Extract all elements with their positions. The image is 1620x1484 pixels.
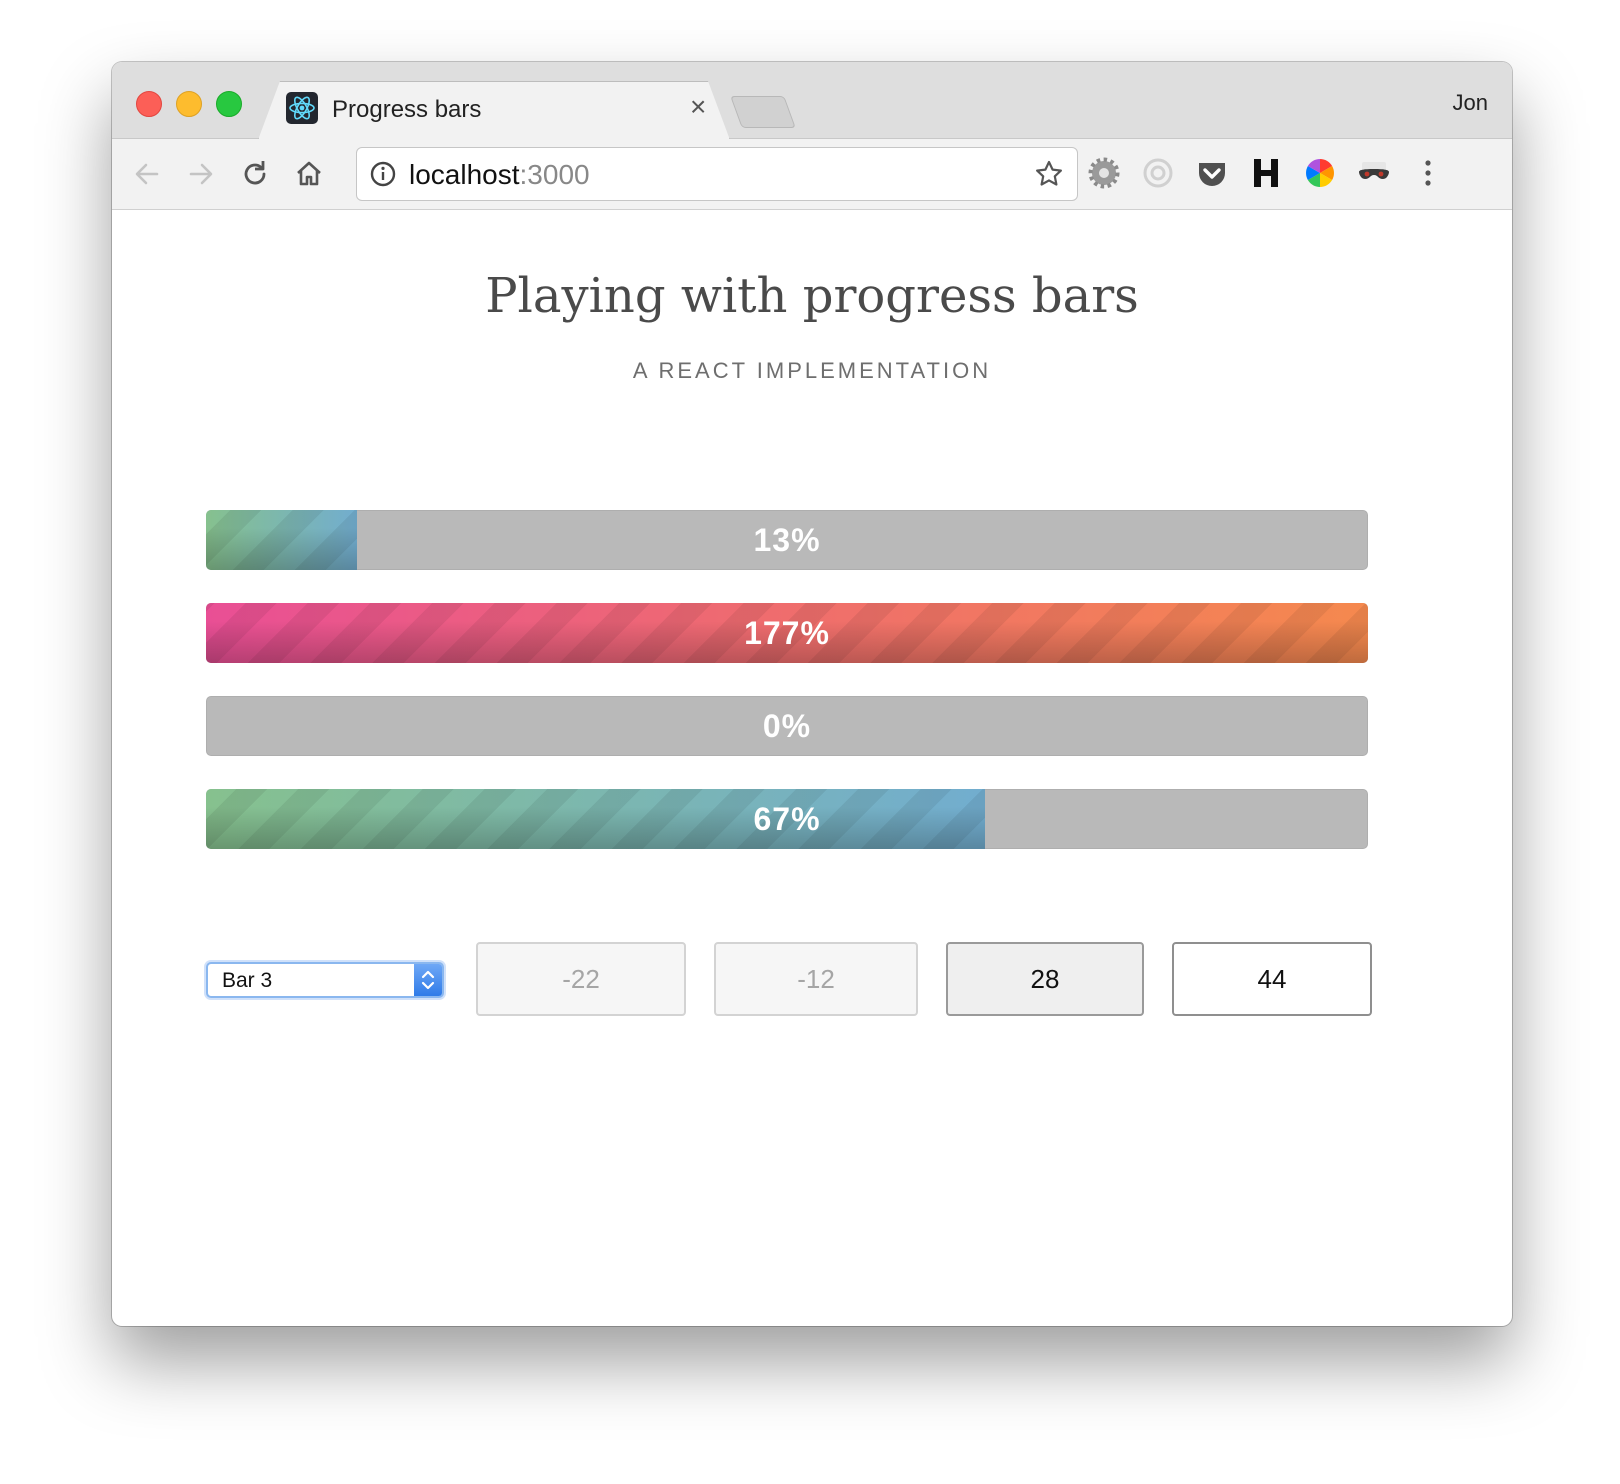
profile-name[interactable]: Jon <box>1453 90 1488 116</box>
settings-gear-extension-icon[interactable] <box>1086 155 1122 191</box>
reload-icon[interactable] <box>238 157 272 191</box>
progress-label: 177% <box>744 614 830 651</box>
url-host: localhost <box>409 159 520 190</box>
h-extension-icon[interactable] <box>1248 155 1284 191</box>
progress-bar-1: 13% <box>206 510 1368 570</box>
forward-arrow-icon[interactable] <box>184 157 218 191</box>
bar-select-value: Bar 3 <box>222 969 273 992</box>
page-content: Playing with progress bars A REACT IMPLE… <box>112 210 1512 1326</box>
zoom-window-button[interactable] <box>216 91 242 117</box>
progress-label: 0% <box>762 707 812 744</box>
pocket-extension-icon[interactable] <box>1194 155 1230 191</box>
progress-bar-4: 67% <box>206 789 1368 849</box>
progress-bar-2: 177% <box>206 603 1368 663</box>
kebab-menu-icon[interactable] <box>1410 155 1446 191</box>
star-icon[interactable] <box>1033 158 1065 190</box>
title-bar: Progress bars × Jon <box>112 62 1512 139</box>
progress-label: 13% <box>753 521 821 558</box>
adjust-button-plus-44[interactable]: 44 <box>1172 942 1372 1016</box>
browser-tab[interactable] <box>258 81 730 140</box>
url-text: localhost:3000 <box>409 159 590 191</box>
home-icon[interactable] <box>292 157 326 191</box>
page-subtitle: A REACT IMPLEMENTATION <box>632 358 992 383</box>
incognito-mask-extension-icon[interactable] <box>1356 155 1392 191</box>
bar-select-dropdown[interactable]: Bar 3 <box>206 962 444 998</box>
circle-extension-icon[interactable] <box>1140 155 1176 191</box>
controls-row: Bar 3 -22 -12 28 44 <box>206 942 1372 1016</box>
progress-bar-3: 0% <box>206 696 1368 756</box>
tab-title: Progress bars <box>332 96 482 123</box>
url-port: :3000 <box>519 159 590 190</box>
adjust-button-plus-28[interactable]: 28 <box>946 942 1144 1016</box>
browser-window: Progress bars × Jon localhost:3000 Playi… <box>112 62 1512 1326</box>
progress-label: 67% <box>753 800 821 837</box>
info-icon[interactable] <box>369 160 397 188</box>
back-arrow-icon[interactable] <box>130 157 164 191</box>
minimize-window-button[interactable] <box>176 91 202 117</box>
select-chevron-icon[interactable] <box>414 964 442 996</box>
new-tab-button[interactable] <box>730 96 796 128</box>
color-wheel-extension-icon[interactable] <box>1302 155 1338 191</box>
adjust-button-minus-12[interactable]: -12 <box>714 942 918 1016</box>
address-bar[interactable]: localhost:3000 <box>356 147 1078 201</box>
tab-close-icon[interactable]: × <box>690 93 706 121</box>
browser-toolbar: localhost:3000 <box>112 139 1512 210</box>
adjust-button-minus-22[interactable]: -22 <box>476 942 686 1016</box>
page-title: Playing with progress bars <box>485 268 1139 324</box>
react-atom-icon <box>286 92 318 124</box>
close-window-button[interactable] <box>136 91 162 117</box>
